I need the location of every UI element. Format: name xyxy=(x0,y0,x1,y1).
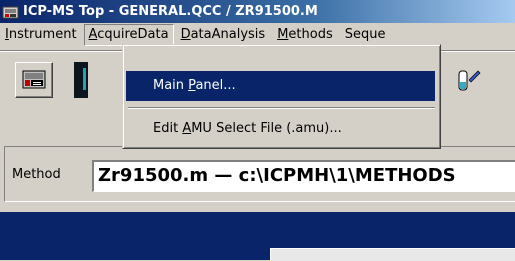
title-bar: ICP-MS Top - GENERAL.QCC / ZR91500.M xyxy=(0,0,515,23)
edit-amu-post: MU Select File (.amu)... xyxy=(191,121,342,136)
menu-methods-label: ethods xyxy=(288,27,333,42)
method-field[interactable]: Zr91500.m — c:\ICPMH\1\METHODS xyxy=(92,160,515,192)
lower-panel xyxy=(270,248,515,261)
menu-item-main-panel[interactable]: Main Panel... xyxy=(126,71,435,101)
main-panel-pre: Main xyxy=(153,78,189,93)
menu-acquiredata-mnemonic: A xyxy=(88,27,98,42)
menu-methods-mnemonic: M xyxy=(277,27,289,42)
menu-item-edit-amu[interactable]: Edit AMU Select File (.amu)... xyxy=(126,114,435,144)
acquiredata-menu: Main Panel... Edit AMU Select File (.amu… xyxy=(122,44,441,149)
instrument-icon xyxy=(22,70,46,89)
menu-instrument-label: nstrument xyxy=(8,27,77,42)
menu-dataanalysis-mnemonic: D xyxy=(180,27,191,42)
method-label: Method xyxy=(12,167,61,182)
main-panel-post: anel... xyxy=(195,78,236,93)
menu-separator xyxy=(128,107,435,109)
menu-methods[interactable]: Methods xyxy=(272,24,338,46)
window-title: ICP-MS Top - GENERAL.QCC / ZR91500.M xyxy=(23,4,318,19)
menu-dataanalysis-label: ataAnalysis xyxy=(190,27,266,42)
edit-amu-pre: Edit xyxy=(153,121,183,136)
menu-acquiredata-label: cquireData xyxy=(97,27,169,42)
menu-acquiredata[interactable]: AcquireData xyxy=(83,24,174,46)
instrument-button[interactable] xyxy=(15,62,53,98)
menu-instrument[interactable]: Instrument xyxy=(0,24,82,46)
menu-sequence-label: Seque xyxy=(344,27,386,42)
monitor-button[interactable] xyxy=(74,62,88,98)
edit-amu-mnemonic: A xyxy=(182,121,192,136)
sample-tube-icon[interactable] xyxy=(456,68,482,94)
menu-sequence[interactable]: Seque xyxy=(340,24,391,46)
app-icon xyxy=(2,4,20,20)
menu-dataanalysis[interactable]: DataAnalysis xyxy=(176,24,271,46)
